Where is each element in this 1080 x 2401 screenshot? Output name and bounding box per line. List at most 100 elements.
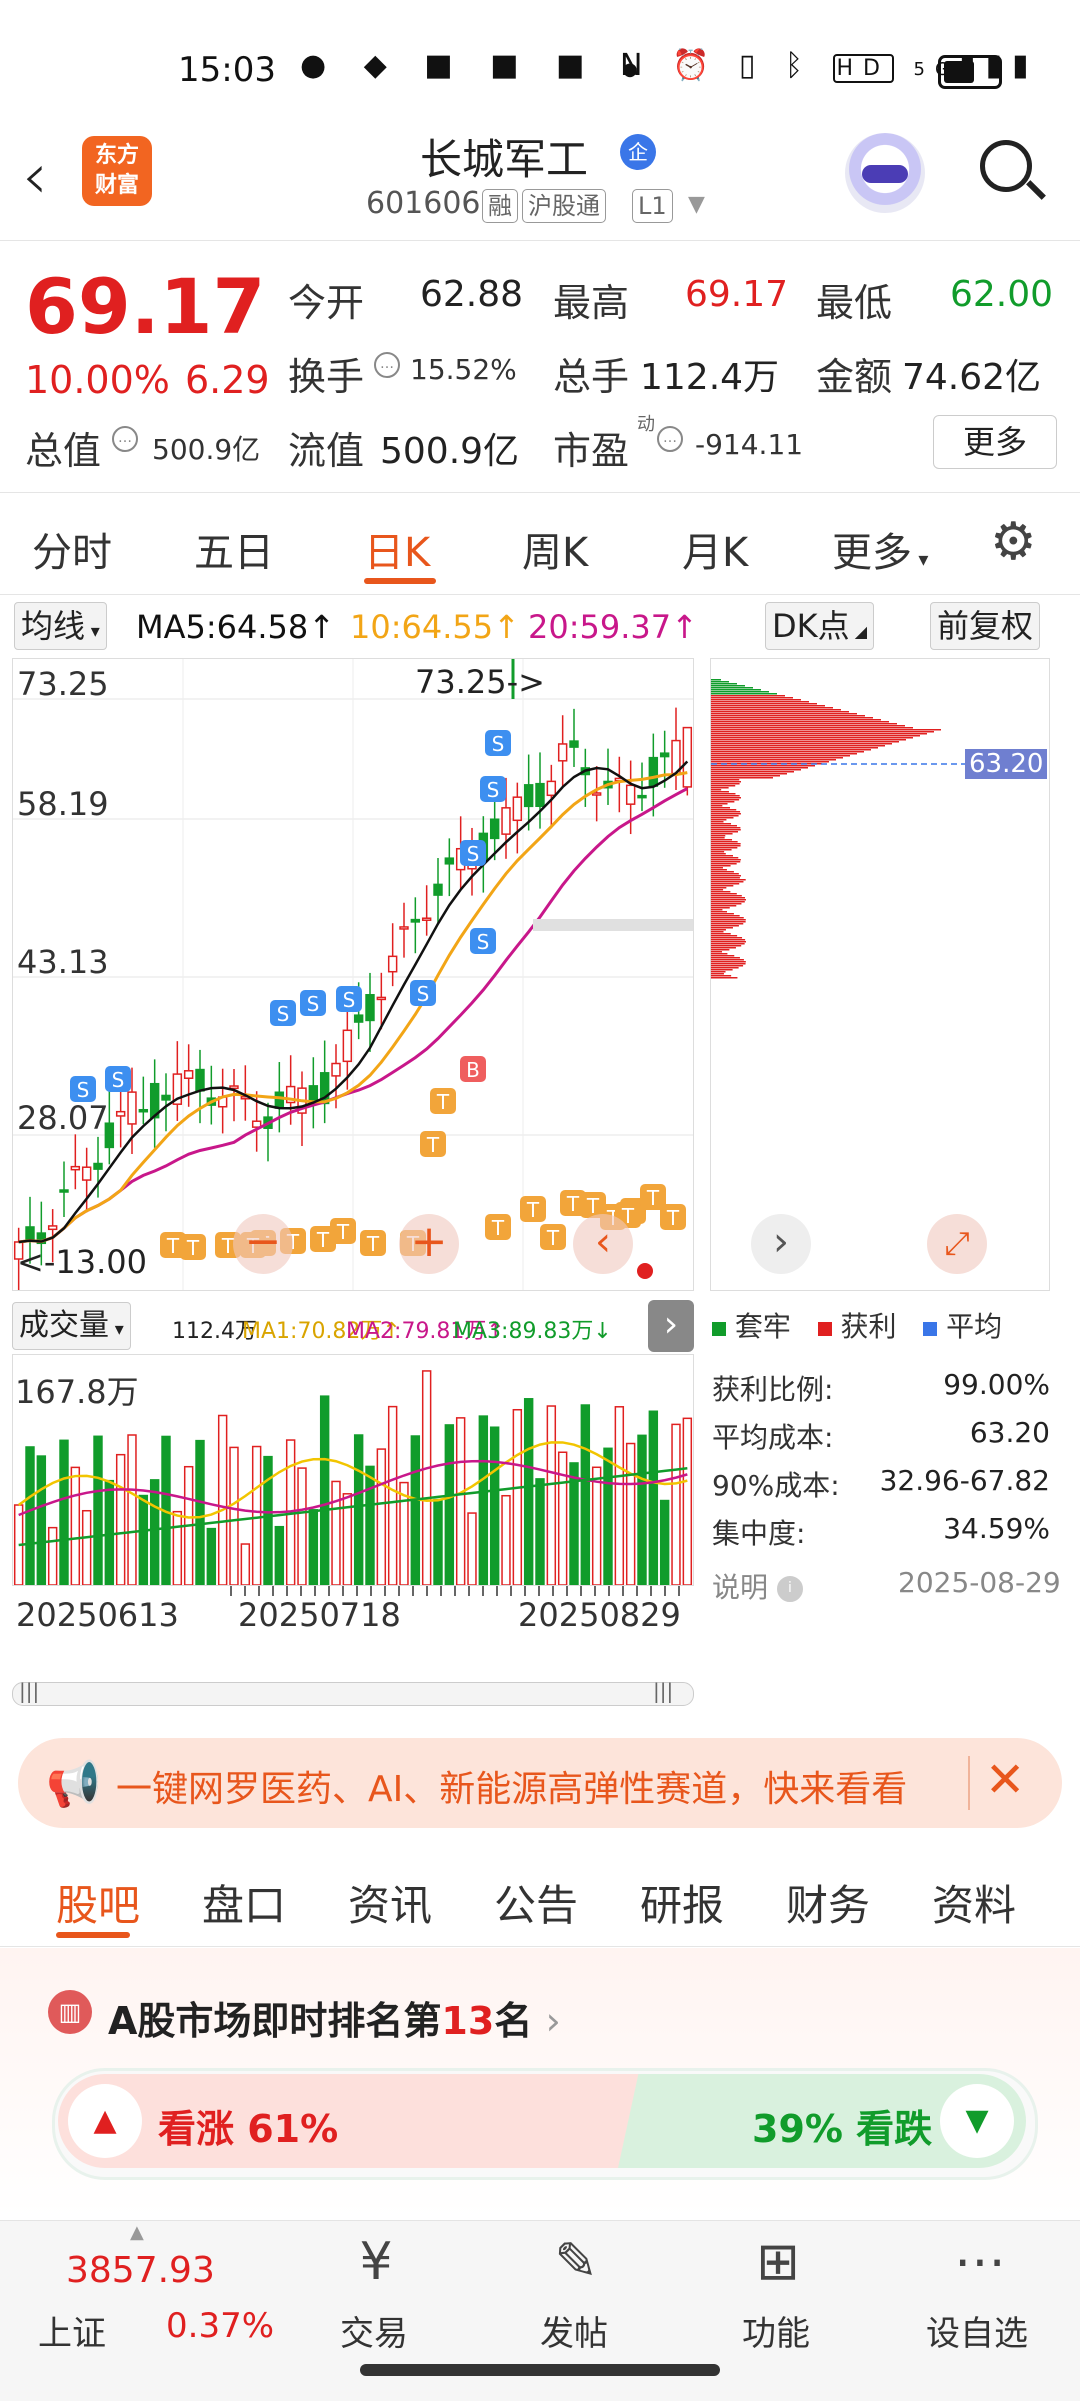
svg-text:S: S [467, 842, 480, 866]
chip-bar [711, 703, 817, 705]
chip-bar [711, 905, 737, 907]
volume-bar [557, 1451, 568, 1586]
volume-ma3: MA3:89.83万↓ [453, 1319, 612, 1344]
more-quote-button[interactable]: 更多 [933, 415, 1057, 469]
ma20-value: 20:59.37↑ [528, 608, 698, 646]
trade-icon[interactable]: ¥ [346, 2232, 406, 2292]
tab-weekly-k[interactable]: 周K [522, 520, 588, 578]
volume-toggle-arrow-icon[interactable]: › [648, 1300, 694, 1352]
tab-news[interactable]: 资讯 [348, 1872, 432, 1933]
bullish-label[interactable]: 看涨 61% [158, 2098, 338, 2153]
candlestick [421, 885, 432, 936]
tab-orderbook[interactable]: 盘口 [202, 1872, 286, 1933]
chip-bar [711, 925, 739, 927]
nav-functions[interactable]: 功能 [742, 2306, 810, 2355]
candlestick [614, 756, 625, 813]
chip-bar [711, 857, 739, 859]
turnover-info-icon[interactable]: … [374, 352, 400, 378]
chip-bar [711, 963, 746, 965]
adjust-button[interactable]: 前复权 [930, 602, 1041, 650]
volume-y-top: 167.8万 [15, 1373, 139, 1411]
scroll-right-icon[interactable]: › [751, 1214, 811, 1274]
ai-robot-icon[interactable] [845, 133, 925, 213]
volume-indicator-button[interactable]: 成交量 ▾ [12, 1302, 131, 1350]
dk-point-button[interactable]: DK点 ◢ [765, 602, 875, 650]
chip-bar [711, 751, 864, 753]
banner-divider [968, 1756, 970, 1810]
volume-bar [410, 1435, 421, 1586]
scroll-left-icon[interactable]: ‹ [573, 1214, 633, 1274]
chip-bar [711, 833, 733, 835]
chip-bar [711, 895, 742, 897]
search-icon[interactable] [980, 140, 1046, 200]
index-change[interactable]: 0.37% [166, 2306, 274, 2346]
chip-bar [711, 951, 723, 953]
chip-bar [711, 953, 728, 955]
index-value[interactable]: 3857.93 [66, 2250, 215, 2291]
mktcap-info-icon[interactable]: … [112, 426, 138, 452]
chip-note[interactable]: 说明 i [712, 1566, 803, 1606]
tab-daily-k[interactable]: 日K [364, 520, 430, 578]
megaphone-icon: 📢 [46, 1759, 101, 1810]
volume-chart[interactable]: 167.8万 [12, 1354, 694, 1586]
chip-bar [711, 919, 746, 921]
chip-bar [711, 797, 741, 799]
dropdown-caret-icon[interactable]: ▼ [688, 192, 705, 217]
close-icon[interactable]: ✕ [985, 1752, 1025, 1808]
candlestick [308, 1057, 319, 1129]
rank-title[interactable]: A股市场即时排名第13名 › [108, 1990, 561, 2045]
more-dots-icon[interactable]: ⋯ [950, 2232, 1010, 2292]
chip-bar [711, 867, 723, 869]
volume-bar [319, 1395, 330, 1586]
chip-bar [711, 733, 927, 735]
y-tick-4: 28.07 [17, 1099, 109, 1137]
svg-text:S: S [277, 1002, 290, 1026]
tab-profile[interactable]: 资料 [932, 1872, 1016, 1933]
bearish-label[interactable]: 39% 看跌 [752, 2098, 932, 2153]
tag-connect: 沪股通 [522, 189, 606, 223]
candlestick [603, 748, 613, 805]
tab-intraday[interactable]: 分时 [32, 520, 112, 578]
alarm-icon: ⏰ [672, 48, 720, 83]
chip-distribution-chart[interactable]: 63.20 › ⤢ [710, 658, 1050, 1291]
chip-legend: 套牢 获利 平均 [712, 1305, 1002, 1345]
nav-trade[interactable]: 交易 [340, 2306, 408, 2355]
chart-range-scrollbar[interactable]: ||| ||| [12, 1679, 694, 1706]
chip-bar [711, 683, 737, 685]
chip-bar [711, 775, 780, 777]
chip-bar [711, 847, 738, 849]
candlestick [444, 838, 455, 897]
nav-post[interactable]: 发帖 [540, 2306, 608, 2355]
compose-icon[interactable]: ✎ [546, 2232, 606, 2292]
kline-chart[interactable]: SSSSSSSSSSTTTTTTTTTTTTTTTTTTTTTTB 73.25 … [12, 658, 694, 1293]
tab-finance[interactable]: 财务 [786, 1872, 870, 1933]
svg-text:T: T [336, 1220, 350, 1244]
bearish-arrow-icon[interactable]: ▼ [940, 2084, 1014, 2158]
tab-monthly-k[interactable]: 月K [682, 520, 748, 578]
expand-icon[interactable]: ⤢ [927, 1214, 987, 1274]
grid-apps-icon[interactable]: ⊞ [748, 2232, 808, 2292]
volume-bar [81, 1509, 92, 1586]
nav-add-watchlist[interactable]: 设自选 [926, 2306, 1028, 2355]
promo-text[interactable]: 一键网罗医药、AI、新能源高弹性赛道，快来看看 [116, 1760, 976, 1812]
tab-five-day[interactable]: 五日 [194, 520, 274, 578]
zoom-out-icon[interactable]: − [233, 1214, 293, 1274]
zoom-in-icon[interactable]: + [399, 1214, 459, 1274]
chip-bar [711, 799, 740, 801]
tab-more[interactable]: 更多 ▾ [832, 520, 928, 578]
volume-bar [59, 1439, 69, 1586]
pe-info-icon[interactable]: … [657, 426, 683, 452]
ma-select-button[interactable]: 均线 ▾ [14, 602, 107, 650]
bullish-arrow-icon[interactable]: ▲ [68, 2084, 142, 2158]
tab-announcements[interactable]: 公告 [494, 1872, 578, 1933]
avg-cost-label: 63.20 [965, 749, 1048, 779]
gear-icon[interactable]: ⚙ [990, 516, 1040, 568]
tab-forum[interactable]: 股吧 [56, 1872, 140, 1933]
chip-stat-value: 34.59% [943, 1512, 1050, 1545]
back-arrow-icon[interactable]: ‹ [22, 140, 48, 214]
index-name[interactable]: 上证 [38, 2306, 106, 2355]
scroll-handle-right[interactable]: ||| [653, 1679, 673, 1703]
scroll-handle-left[interactable]: ||| [19, 1679, 39, 1703]
tab-research[interactable]: 研报 [640, 1872, 724, 1933]
volume-bar [240, 1543, 251, 1586]
